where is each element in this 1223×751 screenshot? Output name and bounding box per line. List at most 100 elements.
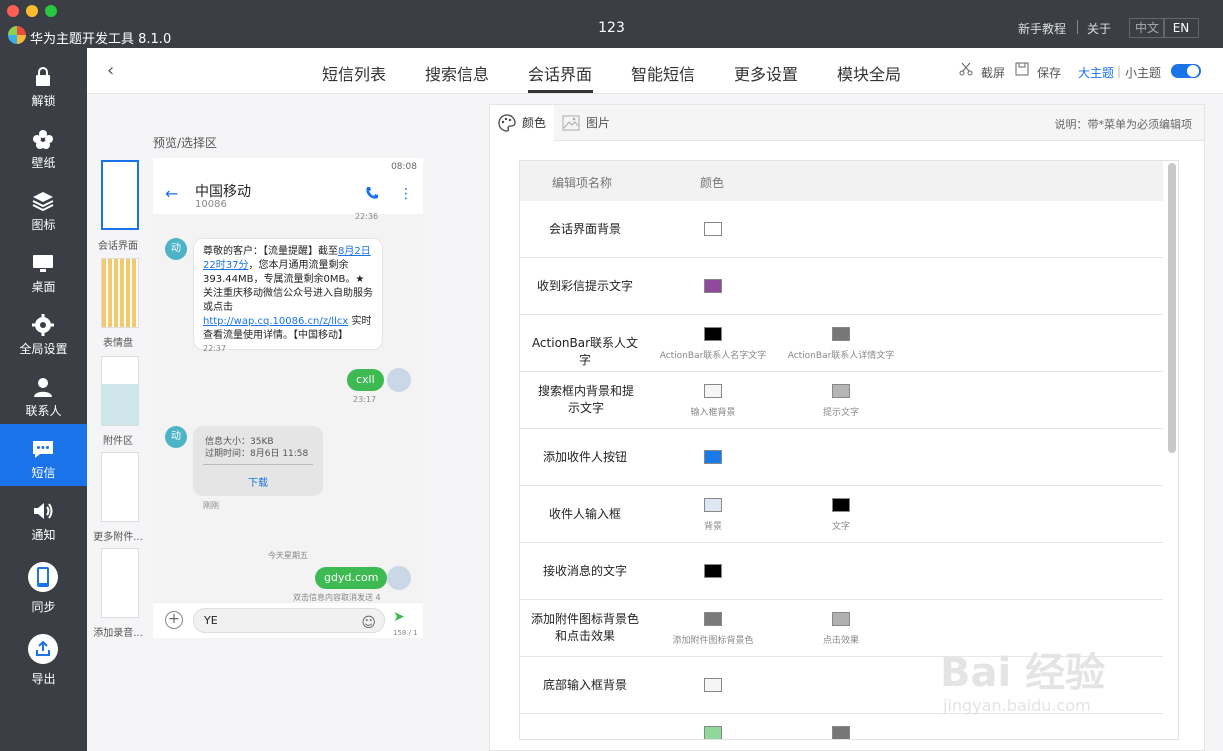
phone-call-icon bbox=[366, 187, 378, 199]
incoming-message: 尊敬的客户：【流量提醒】截至8月2日22时37分，您本月通用流量剩余393.44… bbox=[193, 238, 383, 350]
sidebar-item-global-settings[interactable]: 全局设置 bbox=[0, 300, 87, 362]
msg-text: 尊敬的客户：【流量提醒】截至 bbox=[203, 246, 338, 257]
tab-module-global[interactable]: 模块全局 bbox=[837, 61, 901, 85]
lang-en-button[interactable]: EN bbox=[1163, 18, 1199, 38]
toggle-knob bbox=[1187, 65, 1199, 77]
tab-more-settings[interactable]: 更多设置 bbox=[734, 61, 798, 85]
person-icon bbox=[34, 378, 52, 397]
color-swatch[interactable] bbox=[704, 450, 722, 464]
tab-image[interactable]: 图片 bbox=[554, 105, 624, 141]
mms-card: 信息大小：35KB 过期时间：8月6日 11:58 下载 bbox=[193, 426, 323, 496]
color-swatch[interactable] bbox=[704, 384, 722, 398]
export-icon bbox=[36, 641, 50, 656]
table-scrollbar[interactable] bbox=[1168, 163, 1176, 453]
color-swatch[interactable] bbox=[832, 498, 850, 512]
swatch-label: 文字 bbox=[831, 522, 850, 532]
sidebar-item-unlock[interactable]: 解锁 bbox=[0, 52, 87, 114]
close-window-button[interactable] bbox=[7, 5, 19, 17]
title-divider bbox=[1077, 20, 1078, 34]
thumb-emoji[interactable] bbox=[101, 258, 139, 328]
my-avatar bbox=[387, 368, 411, 392]
sidebar-item-sms[interactable]: 短信 bbox=[0, 424, 87, 486]
swatch-label: 提示文字 bbox=[822, 408, 859, 418]
minimize-window-button[interactable] bbox=[26, 5, 38, 17]
timestamp: 22:36 bbox=[355, 212, 379, 221]
active-tab-indicator bbox=[528, 90, 593, 93]
small-theme-option[interactable]: 小主题 bbox=[1125, 64, 1161, 81]
swatch-label: 点击效果 bbox=[822, 636, 859, 646]
add-attachment-icon: + bbox=[165, 611, 183, 629]
tab-sms-list[interactable]: 短信列表 bbox=[322, 61, 386, 85]
msg-url-link: http://wap.cq.10086.cn/z/llcx bbox=[203, 316, 349, 327]
phone-preview[interactable]: 08:08 ← 中国移动 10086 ⋮ 22:36 动 尊敬的客户：【流量提醒… bbox=[153, 158, 423, 638]
save-icon[interactable] bbox=[1015, 62, 1029, 76]
tab-smart-sms[interactable]: 智能短信 bbox=[631, 61, 695, 85]
char-count: 158 / 1 bbox=[393, 629, 418, 637]
table-row: 会话界面背景 bbox=[520, 201, 1163, 258]
color-swatch[interactable] bbox=[832, 384, 850, 398]
sender-avatar: 动 bbox=[165, 238, 187, 260]
swatch-label: 添加附件图标背景色 bbox=[672, 636, 754, 646]
color-swatch[interactable] bbox=[832, 726, 850, 739]
thumb-attachment[interactable] bbox=[101, 356, 139, 426]
sidebar-item-contacts[interactable]: 联系人 bbox=[0, 362, 87, 424]
sidebar-item-sync[interactable]: 同步 bbox=[0, 552, 87, 618]
thumb-label: 添加录音... bbox=[93, 628, 143, 639]
color-swatch[interactable] bbox=[704, 612, 722, 626]
table-row: 搜索框内背景和提示文字 输入框背景 提示文字 bbox=[520, 372, 1163, 429]
theme-toggle[interactable] bbox=[1171, 64, 1201, 78]
color-swatch[interactable] bbox=[832, 612, 850, 626]
title-bar: 华为主题开发工具 8.1.0 123 新手教程 关于 中文 EN bbox=[0, 0, 1223, 48]
color-swatch[interactable] bbox=[704, 222, 722, 236]
table-row: 添加收件人按钮 bbox=[520, 429, 1163, 486]
emoji-icon: ☺ bbox=[361, 615, 376, 631]
mms-expire: 过期时间：8月6日 11:58 bbox=[205, 449, 309, 459]
outgoing-message: cxll bbox=[347, 369, 384, 391]
maximize-window-button[interactable] bbox=[45, 5, 57, 17]
sidebar-item-wallpaper[interactable]: 壁纸 bbox=[0, 114, 87, 176]
scissors-icon[interactable] bbox=[959, 62, 973, 76]
color-swatch[interactable] bbox=[704, 327, 722, 341]
sidebar-item-notify[interactable]: 通知 bbox=[0, 486, 87, 548]
back-chevron-icon[interactable]: ‹ bbox=[107, 60, 114, 81]
save-button[interactable]: 保存 bbox=[1037, 64, 1061, 81]
col-name-header: 编辑项名称 bbox=[552, 176, 613, 190]
swatch-label: 背景 bbox=[703, 522, 722, 532]
timestamp: 刚刚 bbox=[203, 501, 219, 510]
sidebar-item-label: 导出 bbox=[31, 672, 56, 686]
sidebar-item-export[interactable]: 导出 bbox=[0, 624, 87, 690]
watermark-url: jingyan.baidu.com bbox=[943, 696, 1091, 715]
sidebar-item-desktop[interactable]: 桌面 bbox=[0, 238, 87, 300]
tab-conversation[interactable]: 会话界面 bbox=[528, 61, 592, 85]
sender-avatar: 动 bbox=[165, 426, 187, 448]
color-swatch[interactable] bbox=[704, 498, 722, 512]
big-theme-option[interactable]: 大主题 bbox=[1078, 64, 1114, 81]
sidebar-item-label: 短信 bbox=[31, 466, 56, 480]
app-window: 华为主题开发工具 8.1.0 123 新手教程 关于 中文 EN 解锁 壁纸 图… bbox=[0, 0, 1223, 751]
tab-image-label: 图片 bbox=[586, 116, 611, 130]
outgoing-message: gdyd.com bbox=[315, 567, 388, 589]
table-row: ActionBar联系人文字 ActionBar联系人名字文字 ActionBa… bbox=[520, 315, 1163, 372]
thumb-more-attach[interactable] bbox=[101, 452, 139, 522]
color-swatch[interactable] bbox=[832, 327, 850, 341]
contact-number: 10086 bbox=[195, 199, 227, 210]
screenshot-button[interactable]: 截屏 bbox=[981, 64, 1005, 81]
about-link[interactable]: 关于 bbox=[1087, 20, 1111, 37]
lang-cn-button[interactable]: 中文 bbox=[1129, 18, 1166, 38]
tutorial-link[interactable]: 新手教程 bbox=[1018, 20, 1066, 37]
thumb-conversation[interactable] bbox=[101, 160, 139, 230]
tab-color[interactable]: 颜色 bbox=[490, 105, 554, 141]
color-swatch[interactable] bbox=[704, 279, 722, 293]
sidebar-item-icons[interactable]: 图标 bbox=[0, 176, 87, 238]
sidebar-item-label: 全局设置 bbox=[19, 342, 68, 356]
color-swatch[interactable] bbox=[704, 564, 722, 578]
color-swatch[interactable] bbox=[704, 726, 722, 739]
color-swatch[interactable] bbox=[704, 678, 722, 692]
thumb-label: 会话界面 bbox=[98, 241, 138, 252]
tab-search-info[interactable]: 搜索信息 bbox=[425, 61, 489, 85]
palette-icon bbox=[498, 114, 516, 132]
thumb-record[interactable] bbox=[101, 548, 139, 618]
image-icon bbox=[562, 115, 580, 131]
day-label: 今天星期五 bbox=[268, 551, 308, 560]
swatch-label: 输入框背景 bbox=[690, 408, 736, 418]
